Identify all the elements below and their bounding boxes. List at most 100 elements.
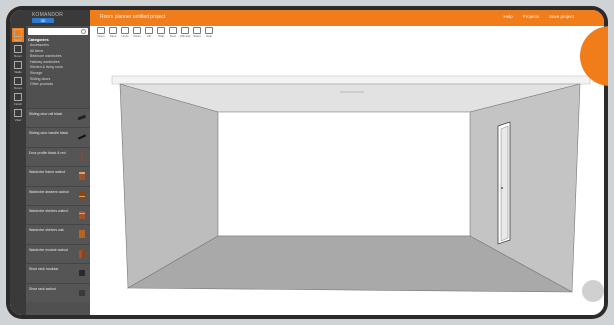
category-item[interactable]: Bedroom wardrobes [30,54,63,60]
rail-label: Room [13,54,22,58]
product-name: Sliding door handle black [29,131,69,136]
tool-undo[interactable]: Undo [120,27,130,39]
shoe-rack-thumbnail-icon [79,270,85,277]
handle-thumbnail-icon [78,134,86,140]
product-item[interactable]: Wardrobe shelves walnut [26,204,90,225]
top-links: Help Projects Save project [503,14,574,19]
tool-help[interactable]: Help [204,27,214,39]
rail-label: Doors [13,86,22,90]
tool-label: 2D [147,34,151,38]
wall-icon [157,27,165,34]
rail-thumbnail-icon [78,114,86,121]
device-frame: KOMANDOR 3D Room planner untitled projec… [6,6,608,319]
shoe-rack-thumbnail-icon [79,289,85,296]
tool-open[interactable]: Open [96,27,106,39]
paint-icon [14,93,22,101]
product-name: Wardrobe module walnut [29,247,68,252]
left-rail: Items Room Walls Doors Finish View [10,26,26,315]
cabinet-thumbnail-icon [79,230,85,239]
folder-icon [97,27,105,34]
box-icon [14,29,22,37]
category-list: Accessories All items Bedroom wardrobes … [30,43,63,88]
rail-label: View [14,118,22,122]
rail-item-items[interactable]: Items [12,28,24,42]
product-item[interactable]: Sliding door rail black [26,108,90,128]
profile-thumbnail-icon [81,151,83,162]
product-name: Sliding door rail black [29,112,63,116]
product-list: Sliding door rail black Sliding door han… [26,108,90,302]
product-name: Wardrobe shelves walnut [29,208,69,213]
tool-save[interactable]: Save [108,27,118,39]
app-screen: KOMANDOR 3D Room planner untitled projec… [10,10,604,315]
cabinet-thumbnail-icon [79,172,85,181]
toolbar: Open Save Undo Redo 2D Wall Door Window … [90,26,604,52]
tool-door[interactable]: Door [168,27,178,39]
product-item[interactable]: Wardrobe module walnut [26,243,90,264]
product-item[interactable]: Shoe rack modular [26,263,90,283]
ceiling-edge [111,75,591,85]
rail-item-room[interactable]: Room [12,44,24,58]
product-item[interactable]: Door profile black & red [26,146,90,167]
tool-stairs[interactable]: Stairs [192,27,202,39]
product-item[interactable]: Wardrobe drawers walnut [26,185,90,205]
product-item[interactable]: Sliding door handle black [26,127,90,147]
tool-window[interactable]: Window [180,27,191,39]
tool-label: Stairs [193,34,201,38]
viewport-control-button[interactable] [582,280,604,302]
product-name: Shoe rack modular [29,267,59,272]
tool-label: Window [180,34,191,38]
product-name: Wardrobe shelves oak [29,228,64,233]
door-icon [169,27,177,34]
rail-label: Items [14,38,22,42]
rail-label: Finish [13,102,22,106]
search-icon[interactable] [81,29,86,34]
product-name: Shoe rack walnut [29,286,56,291]
tool-2d[interactable]: 2D [144,27,154,39]
rail-item-doors[interactable]: Doors [12,76,24,90]
tool-label: Open [97,34,105,38]
wall-icon [14,61,22,69]
3d-viewport[interactable] [90,40,604,315]
room-scene[interactable] [90,40,604,315]
undo-icon [121,27,129,34]
eye-icon [14,109,22,117]
app-title: Room planner untitled project [100,14,166,20]
back-wall [217,111,471,237]
product-item[interactable]: Wardrobe shelves oak [26,224,90,244]
tool-label: Redo [133,34,141,38]
tool-wall[interactable]: Wall [156,27,166,39]
door-icon [14,77,22,85]
tool-label: Help [205,34,213,38]
top-link-projects[interactable]: Projects [523,14,539,19]
rail-item-walls[interactable]: Walls [12,60,24,74]
window-icon [181,27,189,34]
door-handle [501,187,503,189]
logo-badge: 3D [32,18,54,23]
redo-icon [133,27,141,34]
cabinet-thumbnail-icon [79,249,85,258]
product-name: Door profile black & red [29,150,66,155]
product-name: Wardrobe drawers walnut [29,189,69,194]
catalog-panel: Categories Accessories All items Bedroom… [26,26,90,315]
product-item[interactable]: Wardrobe frame walnut [26,166,90,186]
category-item[interactable]: Other products [30,82,63,88]
help-icon [205,27,213,34]
tool-label: Save [109,34,117,38]
tool-label: Undo [121,34,129,38]
tool-redo[interactable]: Redo [132,27,142,39]
save-icon [109,27,117,34]
rail-item-finish[interactable]: Finish [12,92,24,106]
search-box [28,28,88,43]
cabinet-thumbnail-icon [79,210,85,219]
product-item[interactable]: Shoe rack walnut [26,282,90,302]
plan-icon [145,27,153,34]
logo[interactable]: KOMANDOR 3D [10,10,90,26]
stairs-icon [193,27,201,34]
top-bar: KOMANDOR 3D Room planner untitled projec… [10,10,604,26]
top-link-save[interactable]: Save project [549,14,574,19]
room-icon [14,45,22,53]
category-header: Categories [28,37,49,42]
top-link-help[interactable]: Help [503,14,512,19]
tool-label: Door [169,34,177,38]
rail-item-view[interactable]: View [12,108,24,122]
